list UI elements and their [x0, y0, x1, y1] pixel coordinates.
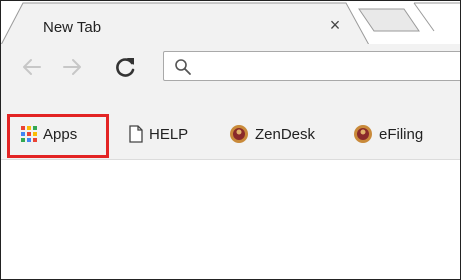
- new-tab-button[interactable]: [371, 9, 411, 31]
- bookmark-label: eFiling: [379, 125, 424, 143]
- forward-button[interactable]: [59, 54, 85, 80]
- bookmark-efiling[interactable]: eFiling: [353, 121, 423, 147]
- apps-grid-icon: [21, 126, 37, 142]
- bookmark-help[interactable]: HELP: [129, 121, 188, 147]
- close-icon[interactable]: ×: [326, 16, 344, 34]
- bookmark-label: Apps: [43, 125, 78, 143]
- arrow-left-icon: [23, 59, 41, 75]
- bookmarks-bar: Apps HELP ZenDesk eFiling: [1, 109, 460, 160]
- zendesk-favicon: [230, 125, 248, 143]
- search-icon: [175, 59, 191, 75]
- reload-button[interactable]: [113, 54, 139, 80]
- page-content: [1, 160, 460, 279]
- bookmark-label: HELP: [149, 125, 189, 143]
- efiling-favicon: [354, 125, 372, 143]
- omnibox[interactable]: [163, 51, 460, 81]
- back-button[interactable]: [19, 54, 45, 80]
- tab-strip: New Tab ×: [1, 1, 460, 45]
- browser-window: New Tab × Apps HELP ZenDesk eFiling: [0, 0, 461, 280]
- navigation-toolbar: [1, 45, 460, 109]
- page-icon: [129, 125, 143, 143]
- bookmark-zendesk[interactable]: ZenDesk: [229, 121, 315, 147]
- address-input[interactable]: [198, 56, 460, 78]
- tab-title: New Tab: [43, 19, 102, 36]
- bookmark-label: ZenDesk: [255, 125, 316, 143]
- bookmark-apps[interactable]: Apps: [21, 121, 77, 147]
- reload-icon: [116, 58, 135, 77]
- arrow-right-icon: [63, 59, 81, 75]
